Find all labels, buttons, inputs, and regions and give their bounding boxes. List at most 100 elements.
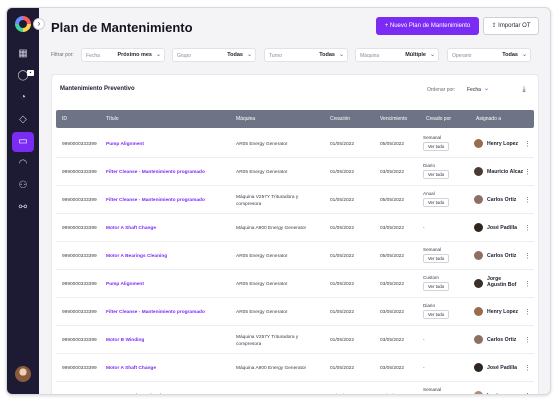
more-options-icon[interactable]: ⋮ bbox=[524, 168, 531, 176]
column-due[interactable]: Vencimiento bbox=[380, 116, 407, 122]
row-title-link[interactable]: Filter Cleanse - Mantenimiento programad… bbox=[106, 310, 205, 315]
column-assigned-to[interactable]: Asignado a bbox=[476, 116, 501, 122]
row-id: 9990000333399 bbox=[62, 310, 97, 315]
row-created-by: - bbox=[423, 226, 425, 231]
assignee-name: Carlos Ortiz bbox=[487, 337, 517, 343]
avatar bbox=[474, 307, 483, 316]
table-row[interactable]: 9990000333399 Pump Alignment AR05 Energy G… bbox=[56, 130, 534, 158]
palette-icon[interactable]: ◔ bbox=[12, 88, 34, 108]
row-created-by: Diario Ver todo bbox=[423, 303, 449, 319]
machine-filter[interactable]: Máquina Múltiple ⌄ bbox=[355, 48, 439, 62]
shift-filter-value: Todas bbox=[319, 52, 335, 58]
table-row[interactable]: 9990000333399 Motor A Bearings Cleaning AR… bbox=[56, 382, 534, 395]
app-logo bbox=[15, 16, 31, 32]
row-title-link[interactable]: Pump Alignment bbox=[106, 142, 144, 147]
row-title-link[interactable]: Motor A Shaft Change bbox=[106, 366, 156, 371]
avatar bbox=[474, 167, 483, 176]
column-created-by[interactable]: Creado por bbox=[426, 116, 451, 122]
notifications-icon[interactable]: ◯ ▪ bbox=[12, 66, 34, 86]
more-options-icon[interactable]: ⋮ bbox=[524, 336, 531, 344]
row-title-link[interactable]: Pump Alignment bbox=[106, 282, 144, 287]
row-title-link[interactable]: Motor A Bearings Cleaning bbox=[106, 254, 167, 259]
group-filter[interactable]: Grupo Todas ⌄ bbox=[172, 48, 256, 62]
sort-label: Ordenar por: bbox=[427, 87, 456, 93]
table-row[interactable]: 9990000333399 Motor A Shaft Change Máquina… bbox=[56, 354, 534, 382]
chevron-down-icon: ⌄ bbox=[429, 52, 435, 58]
row-title-link[interactable]: Motor A Shaft Change bbox=[106, 226, 156, 231]
more-options-icon[interactable]: ⋮ bbox=[524, 280, 531, 288]
table-row[interactable]: 9990000333399 Filter Cleanse - Mantenimie… bbox=[56, 298, 534, 326]
row-due: 05/05/2022 bbox=[380, 394, 404, 395]
row-title-link[interactable]: Motor B Winding bbox=[106, 338, 144, 343]
table-row[interactable]: 9990000333399 Filter Cleanse - Mantenimie… bbox=[56, 186, 534, 214]
more-options-icon[interactable]: ⋮ bbox=[524, 364, 531, 372]
table-body: 9990000333399 Pump Alignment AR05 Energy G… bbox=[56, 130, 534, 395]
download-icon[interactable]: ⤓ bbox=[519, 85, 529, 95]
row-machine: Máquina A900 Energy Generator bbox=[236, 366, 307, 371]
users-icon[interactable]: ⚇ bbox=[12, 176, 34, 196]
avatar bbox=[474, 195, 483, 204]
view-all-button[interactable]: Ver todo bbox=[423, 310, 449, 319]
notification-badge: ▪ bbox=[27, 70, 34, 76]
row-title-link[interactable]: Filter Cleanse - Mantenimiento programad… bbox=[106, 198, 205, 203]
collapse-sidebar-button[interactable]: › bbox=[33, 18, 45, 30]
operator-filter[interactable]: Operario Todas ⌄ bbox=[447, 48, 531, 62]
sort-select[interactable]: Fecha bbox=[467, 87, 481, 93]
avatar bbox=[474, 391, 483, 394]
column-id[interactable]: ID bbox=[62, 116, 67, 122]
view-all-button[interactable]: Ver todo bbox=[423, 142, 449, 151]
more-options-icon[interactable]: ⋮ bbox=[524, 196, 531, 204]
row-frequency: Anual bbox=[423, 191, 435, 196]
view-all-button[interactable]: Ver todo bbox=[423, 254, 449, 263]
row-id: 9990000333399 bbox=[62, 282, 97, 287]
row-created: 01/05/2022 bbox=[330, 226, 355, 231]
more-options-icon[interactable]: ⋮ bbox=[524, 224, 531, 232]
import-ot-button[interactable]: ⇪ Importar OT bbox=[483, 17, 539, 35]
avatar bbox=[474, 223, 483, 232]
dashboard-grid-icon[interactable]: ▦ bbox=[12, 44, 34, 64]
user-avatar[interactable] bbox=[15, 366, 31, 382]
row-due: 03/05/2022 bbox=[380, 282, 405, 287]
column-created[interactable]: Creación bbox=[330, 116, 350, 122]
shift-filter[interactable]: Turno Todas ⌄ bbox=[264, 48, 348, 62]
date-filter[interactable]: Fecha Próximo mes ⌄ bbox=[81, 48, 165, 62]
row-id: 9990000333399 bbox=[62, 338, 97, 343]
table-row[interactable]: 9990000333399 Motor A Bearings Cleaning AR… bbox=[56, 242, 534, 270]
table-row[interactable]: 9990000333399 Filter Cleanse - Mantenimie… bbox=[56, 158, 534, 186]
filter-label: Filtrar por: bbox=[51, 52, 74, 58]
row-created: 01/05/2022 bbox=[330, 254, 355, 259]
chevron-down-icon[interactable]: ⌄ bbox=[484, 85, 489, 92]
more-options-icon[interactable]: ⋮ bbox=[524, 308, 531, 316]
row-machine: AR05 Energy Generator bbox=[236, 170, 288, 175]
column-machine[interactable]: Máquina bbox=[236, 116, 255, 122]
table-row[interactable]: 9990000333399 Motor B Winding Máquina V257… bbox=[56, 326, 534, 354]
more-options-icon[interactable]: ⋮ bbox=[524, 252, 531, 260]
operator-filter-placeholder: Operario bbox=[452, 53, 472, 59]
view-all-button[interactable]: Ver todo bbox=[423, 282, 449, 291]
row-created: 01/05/2022 bbox=[330, 198, 355, 203]
row-due: 03/05/2022 bbox=[380, 226, 405, 231]
maintenance-calendar-icon[interactable]: ▭ bbox=[12, 132, 34, 152]
row-created: 01/05/2022 bbox=[330, 366, 355, 371]
view-all-button[interactable]: Ver todo bbox=[423, 394, 449, 395]
row-created-by: Semanal Ver todo bbox=[423, 387, 449, 395]
row-title-link[interactable]: Motor A Bearings Cleaning bbox=[106, 394, 167, 395]
assignee-name: José Padilla bbox=[487, 225, 517, 231]
row-due: 05/05/2022 bbox=[380, 198, 405, 203]
view-all-button[interactable]: Ver todo bbox=[423, 170, 449, 179]
table-row[interactable]: 9990000333399 Motor A Shaft Change Máquina… bbox=[56, 214, 534, 242]
row-created: 01/05/2022 bbox=[330, 170, 355, 175]
alert-diamond-icon[interactable]: ◇ bbox=[12, 110, 34, 130]
more-options-icon[interactable]: ⋮ bbox=[524, 392, 531, 394]
row-title-link[interactable]: Filter Cleanse - Mantenimiento programad… bbox=[106, 170, 205, 175]
row-frequency: Semanal bbox=[423, 387, 442, 392]
row-frequency: Diario bbox=[423, 303, 435, 308]
table-row[interactable]: 9990000333399 Pump Alignment AR05 Energy G… bbox=[56, 270, 534, 298]
view-all-button[interactable]: Ver todo bbox=[423, 198, 449, 207]
column-title[interactable]: Título bbox=[106, 116, 119, 122]
date-filter-placeholder: Fecha bbox=[86, 53, 100, 59]
gauge-icon[interactable]: ◠ bbox=[12, 154, 34, 174]
more-options-icon[interactable]: ⋮ bbox=[524, 140, 531, 148]
connections-icon[interactable]: ⚯ bbox=[12, 198, 34, 218]
new-plan-button[interactable]: + Nuevo Plan de Mantenimiento bbox=[376, 17, 479, 35]
